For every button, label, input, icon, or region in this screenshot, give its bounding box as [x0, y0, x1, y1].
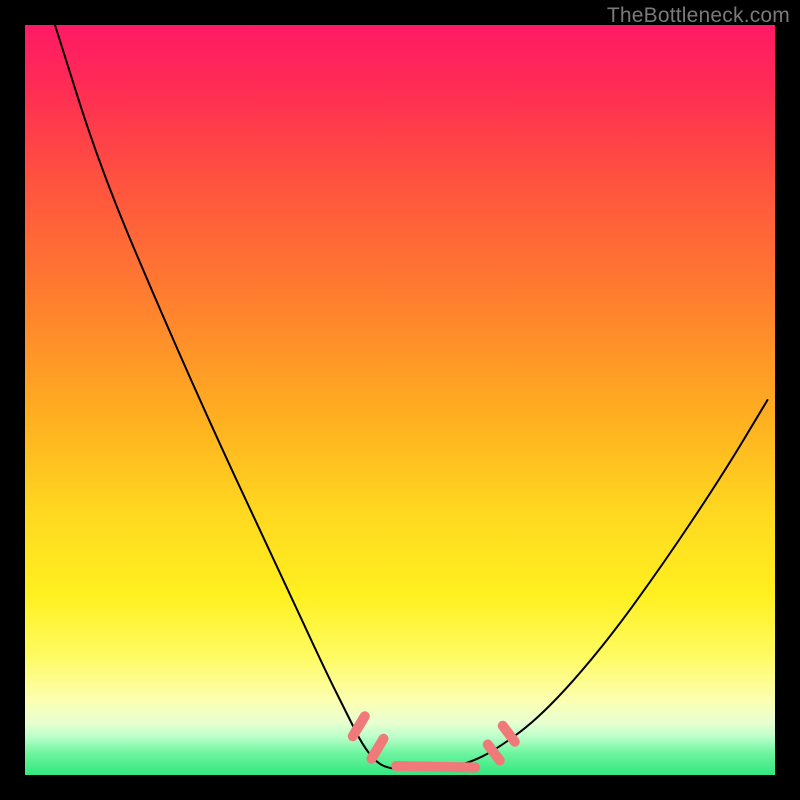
curve-markers: [353, 716, 515, 772]
bottleneck-curve: [55, 25, 768, 769]
watermark-text: TheBottleneck.com: [607, 4, 790, 28]
plot-area: [25, 25, 775, 775]
chart-frame: TheBottleneck.com: [0, 0, 800, 800]
curve-layer: [25, 25, 775, 775]
